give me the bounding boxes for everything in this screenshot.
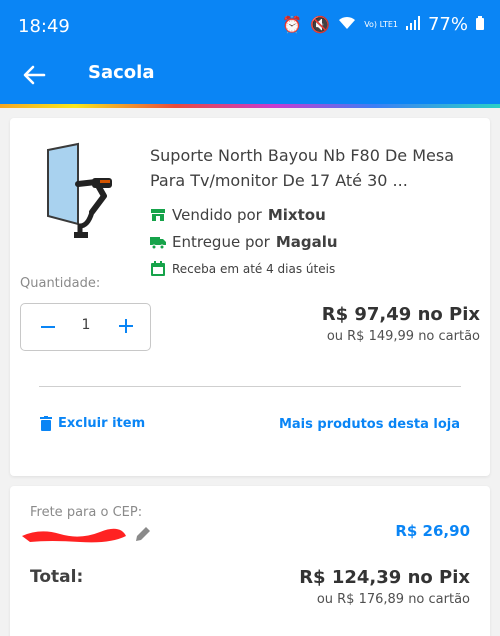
wifi-icon: [338, 15, 356, 34]
edit-cep-button[interactable]: [133, 524, 153, 544]
signal-icon: [405, 15, 420, 34]
item-price-card: ou R$ 149,99 no cartão: [326, 329, 480, 344]
battery-icon: [476, 15, 484, 34]
seller-name: Mixtou: [267, 206, 326, 224]
mute-icon: 🔇: [310, 15, 331, 34]
item-price-pix: R$ 97,49 no Pix: [321, 304, 480, 325]
status-icons: ⏰ 🔇 Vo) LTE1 77%: [282, 14, 484, 35]
page-title: Sacola: [88, 62, 155, 83]
brand-stripe: [0, 104, 500, 108]
pencil-icon: [136, 527, 150, 541]
delivered-by-prefix: Entregue por: [172, 233, 270, 251]
app-bar: 18:49 ⏰ 🔇 Vo) LTE1 77% Sacola: [0, 0, 500, 106]
shipping-price: R$ 26,90: [395, 522, 470, 540]
more-products-link[interactable]: Mais produtos desta loja: [279, 417, 460, 432]
sold-by-row: Vendido por Mixtou: [150, 206, 326, 224]
product-name[interactable]: Suporte North Bayou Nb F80 De Mesa Para …: [150, 143, 480, 193]
alarm-icon: ⏰: [282, 15, 303, 34]
sold-by-prefix: Vendido por: [172, 206, 262, 224]
quantity-stepper: 1: [20, 303, 151, 351]
delete-item-button[interactable]: Excluir item: [40, 416, 145, 431]
shipping-label: Frete para o CEP:: [30, 505, 143, 520]
redaction-mark: [22, 528, 126, 543]
minus-icon: [41, 326, 55, 328]
order-summary-card: Frete para o CEP: R$ 26,90 Total: R$ 124…: [10, 486, 490, 636]
truck-icon: [150, 237, 166, 250]
carrier-name: Magalu: [275, 233, 338, 251]
delivery-time-row: Receba em até 4 dias úteis: [150, 261, 335, 277]
delete-item-label: Excluir item: [58, 416, 146, 431]
status-bar: 18:49 ⏰ 🔇 Vo) LTE1 77%: [0, 0, 500, 52]
network-label: Vo) LTE1: [364, 19, 398, 29]
quantity-value[interactable]: 1: [79, 317, 93, 333]
divider: [39, 386, 461, 387]
total-price-pix: R$ 124,39 no Pix: [299, 567, 470, 588]
battery-level: 77%: [427, 14, 468, 35]
total-label: Total:: [30, 567, 84, 587]
plus-icon: [119, 319, 133, 333]
increase-quantity-button[interactable]: [116, 314, 136, 338]
quantity-label: Quantidade:: [20, 276, 101, 291]
decrease-quantity-button[interactable]: [38, 315, 58, 339]
arrow-left-icon: [23, 65, 46, 85]
delivered-by-row: Entregue por Magalu: [150, 233, 338, 251]
back-button[interactable]: [20, 60, 50, 90]
trash-icon: [40, 416, 52, 431]
total-price-card: ou R$ 176,89 no cartão: [316, 592, 470, 607]
status-time: 18:49: [18, 16, 70, 37]
cart-item-card: Suporte North Bayou Nb F80 De Mesa Para …: [10, 118, 490, 476]
delivery-time: Receba em até 4 dias úteis: [172, 262, 336, 276]
product-image[interactable]: [40, 142, 130, 242]
calendar-icon: [151, 261, 165, 276]
store-icon: [151, 209, 165, 221]
